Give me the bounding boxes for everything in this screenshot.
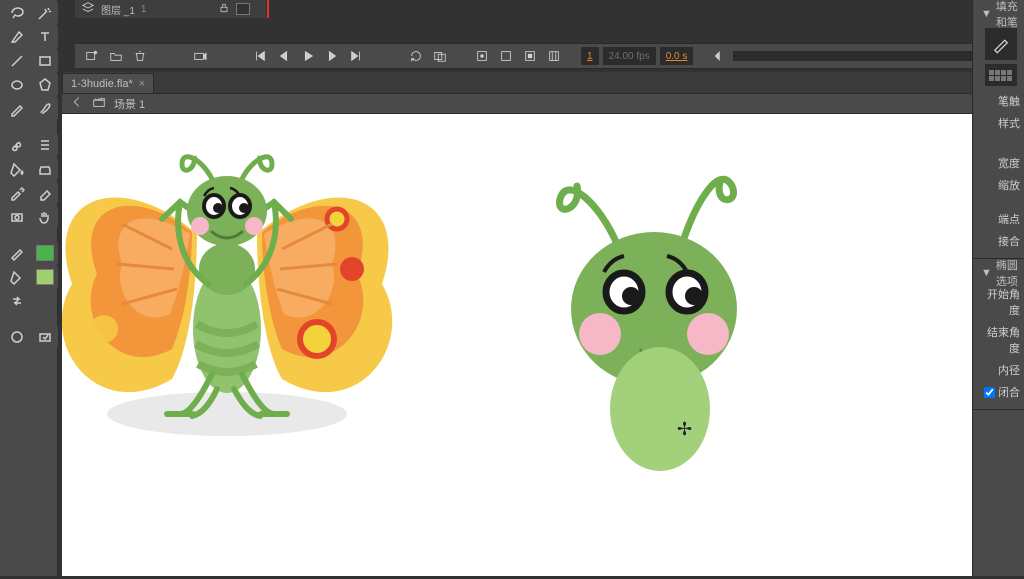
stroke-swatch[interactable]	[32, 242, 58, 264]
bone-tool[interactable]	[4, 134, 30, 156]
clapper-icon	[92, 95, 106, 112]
hand-tool[interactable]	[32, 206, 58, 228]
current-frame-field[interactable]: 1	[581, 47, 599, 65]
layer-color-chip[interactable]	[236, 3, 250, 15]
timeline-strip: 图层 _1 1	[75, 0, 1024, 18]
delete-layer-button[interactable]	[129, 46, 151, 66]
first-frame-button[interactable]	[249, 46, 271, 66]
insert-keyframe-button[interactable]	[471, 46, 493, 66]
new-layer-button[interactable]	[81, 46, 103, 66]
swatches	[4, 242, 53, 312]
frame-marker-a-button[interactable]	[495, 46, 517, 66]
text-tool[interactable]	[32, 26, 58, 48]
color-swatches[interactable]	[985, 64, 1017, 86]
frame-marker-c-button[interactable]	[543, 46, 565, 66]
closed-checkbox[interactable]	[984, 387, 995, 398]
tool-column	[0, 0, 58, 576]
object-drawing[interactable]	[4, 326, 30, 348]
snap-to-object[interactable]	[32, 326, 58, 348]
stroke-preview-icon	[985, 28, 1017, 60]
loop-button[interactable]	[405, 46, 427, 66]
new-folder-button[interactable]	[105, 46, 127, 66]
back-arrow-icon[interactable]	[70, 95, 84, 112]
eraser-tool[interactable]	[32, 182, 58, 204]
properties-panel: ▼ 填充和笔 笔触 样式 宽度 缩放 端点 接合 ▼ 椭圆选项 开始角度 结束角…	[972, 0, 1024, 576]
swap-colors[interactable]	[4, 290, 30, 312]
prop-scale[interactable]: 缩放	[981, 174, 1020, 196]
fill-swatch[interactable]	[32, 266, 58, 288]
magic-wand-tool[interactable]	[32, 2, 58, 24]
layer-name[interactable]: 图层 _1	[101, 2, 135, 17]
control-strip: 1 24.00 fps 0.0 s	[75, 43, 1024, 69]
pen-tool[interactable]	[4, 26, 30, 48]
elapsed-display: 0.0 s	[660, 47, 694, 65]
pencil-tool[interactable]	[4, 98, 30, 120]
prop-style[interactable]: 样式	[981, 112, 1020, 134]
camera-tool[interactable]	[4, 206, 30, 228]
prev-frame-button[interactable]	[273, 46, 295, 66]
section-oval-options[interactable]: ▼ 椭圆选项	[981, 263, 1020, 283]
stage[interactable]: ✢	[62, 114, 974, 576]
tools-top	[4, 2, 53, 120]
play-button[interactable]	[297, 46, 319, 66]
frame-marker-b-button[interactable]	[519, 46, 541, 66]
prop-join[interactable]: 接合	[981, 230, 1020, 252]
tab-close-button[interactable]: ×	[139, 78, 145, 90]
layers-icon	[81, 1, 95, 18]
document-tabs: 1-3hudie.fla* ×	[62, 72, 1024, 94]
eyedropper-tool[interactable]	[4, 182, 30, 204]
timeline-ruler[interactable]	[266, 0, 1018, 18]
bind-tool[interactable]	[32, 134, 58, 156]
tab-active[interactable]: 1-3hudie.fla* ×	[62, 73, 154, 93]
tab-filename: 1-3hudie.fla*	[71, 78, 133, 90]
scene-name[interactable]: 场景 1	[114, 96, 145, 112]
next-frame-button[interactable]	[321, 46, 343, 66]
playback-controls	[249, 46, 367, 66]
scroll-left-button[interactable]	[707, 46, 729, 66]
prop-stroke[interactable]: 笔触	[981, 90, 1020, 112]
line-tool[interactable]	[4, 50, 30, 72]
bucket-tool[interactable]	[4, 158, 30, 180]
oval-tool[interactable]	[4, 74, 30, 96]
last-frame-button[interactable]	[345, 46, 367, 66]
stroke-pencil-icon	[4, 242, 30, 264]
precision-cursor-icon: ✢	[677, 419, 692, 440]
prop-start-angle[interactable]: 开始角度	[981, 283, 1020, 321]
layer-index: 1	[141, 4, 147, 15]
prop-closed[interactable]: 闭合	[981, 381, 1020, 403]
section-fill-stroke[interactable]: ▼ 填充和笔	[981, 4, 1020, 24]
prop-end-angle[interactable]: 结束角度	[981, 321, 1020, 359]
prop-inner-radius[interactable]: 内径	[981, 359, 1020, 381]
prop-width[interactable]: 宽度	[981, 152, 1020, 174]
camera-button[interactable]	[189, 46, 211, 66]
lasso-tool[interactable]	[4, 2, 30, 24]
fill-bucket-icon	[4, 266, 30, 288]
prop-cap[interactable]: 端点	[981, 208, 1020, 230]
ink-bottle-tool[interactable]	[32, 158, 58, 180]
fps-display: 24.00 fps	[603, 47, 656, 65]
brush-tool[interactable]	[32, 98, 58, 120]
polystar-tool[interactable]	[32, 74, 58, 96]
onion-skin-button[interactable]	[429, 46, 451, 66]
scene-breadcrumb: 场景 1	[62, 94, 1024, 114]
playhead-marker[interactable]	[267, 0, 269, 18]
tools-mid	[4, 134, 53, 228]
tools-object	[4, 326, 53, 348]
rectangle-tool[interactable]	[32, 50, 58, 72]
lock-icon[interactable]	[218, 2, 230, 17]
